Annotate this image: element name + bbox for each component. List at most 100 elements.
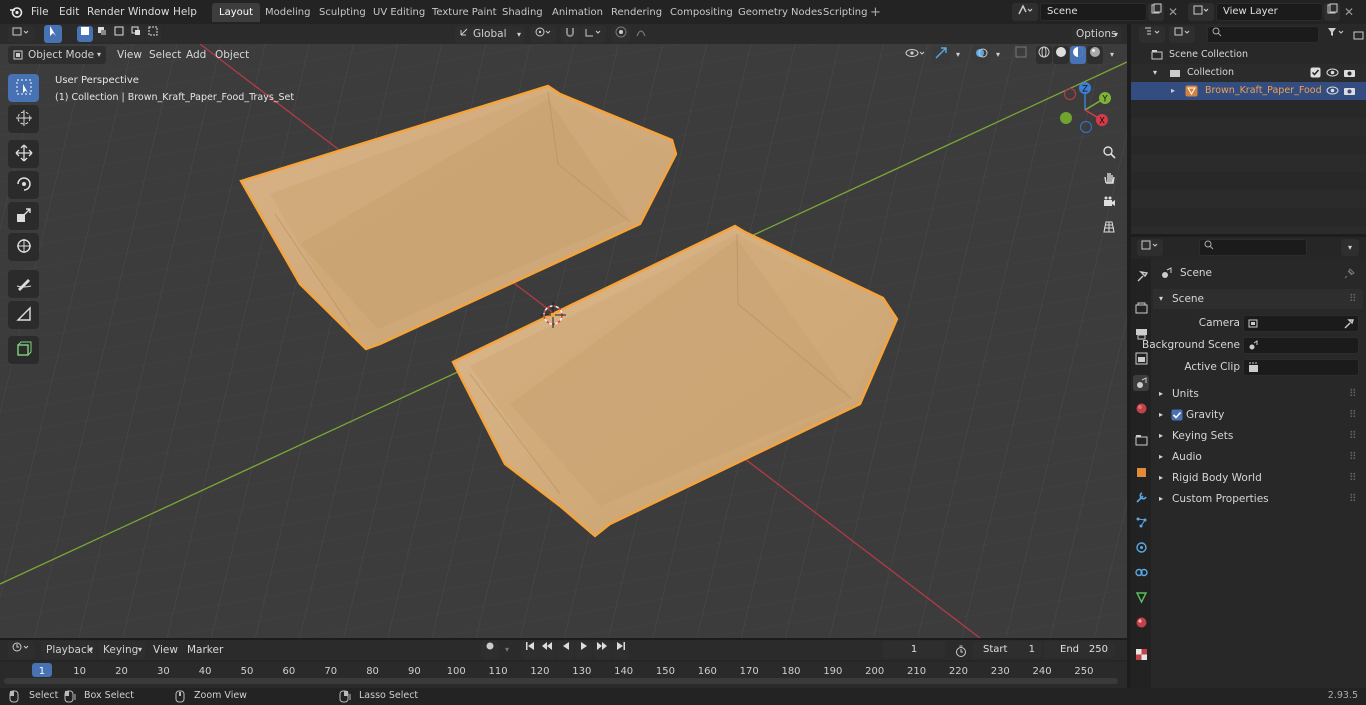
new-scene-icon[interactable] (1148, 3, 1164, 21)
tab-shading[interactable]: Shading (495, 3, 550, 22)
delete-view-layer-icon[interactable]: ✕ (1342, 4, 1356, 20)
play-icon[interactable] (575, 641, 592, 659)
camera-render-icon[interactable] (1343, 85, 1356, 96)
select-mode-extend-icon[interactable] (94, 26, 110, 42)
tool-transform[interactable] (8, 233, 39, 261)
collapse-arrow-icon[interactable]: ▾ (1153, 64, 1157, 82)
drag-handle-icon[interactable]: ⠿ (1349, 426, 1357, 446)
tab-object-icon[interactable] (1133, 464, 1149, 480)
stopwatch-icon[interactable] (953, 643, 969, 659)
tab-animation[interactable]: Animation (545, 3, 610, 22)
gravity-checkbox[interactable] (1171, 409, 1183, 421)
tab-data-icon[interactable] (1133, 589, 1149, 605)
object-mode-dropdown[interactable]: Object Mode ▾ (8, 46, 106, 64)
falloff-icon[interactable] (631, 26, 657, 43)
start-frame-field[interactable]: Start 1 (972, 641, 1042, 659)
outliner-scene-collection-row[interactable]: Scene Collection (1131, 46, 1366, 64)
exclude-checkbox-icon[interactable] (1310, 67, 1321, 78)
scene-name-field[interactable]: Scene (1040, 3, 1147, 21)
tab-sculpting[interactable]: Sculpting (312, 3, 373, 22)
current-frame-field[interactable]: 1 (882, 641, 946, 659)
end-frame-field[interactable]: End 250 (1043, 641, 1115, 659)
drag-handle-icon[interactable]: ⠿ (1349, 447, 1357, 467)
view-layer-selector-icon[interactable] (1188, 3, 1214, 21)
units-panel-header[interactable]: ▸ Units ⠿ (1153, 384, 1363, 404)
tab-particles-icon[interactable] (1133, 514, 1149, 530)
tab-scripting[interactable]: Scripting (816, 3, 874, 22)
playback-menu[interactable]: Playback ▾ (41, 641, 96, 659)
tool-move[interactable] (8, 140, 39, 168)
pin-icon[interactable] (1344, 267, 1356, 279)
new-collection-icon[interactable] (1351, 27, 1365, 42)
visibility-filter-icon[interactable] (902, 46, 928, 64)
drag-handle-icon[interactable]: ⠿ (1349, 289, 1357, 309)
select-mode-intersect-icon[interactable] (145, 26, 161, 42)
tab-texture-paint[interactable]: Texture Paint (425, 3, 504, 22)
eye-icon[interactable] (1326, 85, 1339, 96)
3d-viewport[interactable] (0, 44, 1127, 638)
tab-scene-icon[interactable] (1133, 375, 1149, 391)
tab-modeling[interactable]: Modeling (258, 3, 318, 22)
viewport-menu-object[interactable]: Object (210, 46, 254, 64)
tab-layout[interactable]: Layout (212, 3, 260, 22)
chevron-down-icon[interactable]: ▾ (951, 46, 965, 64)
tool-select-box[interactable] (8, 74, 39, 102)
timeline-scrollbar[interactable] (4, 678, 1118, 684)
menu-window[interactable]: Window (123, 3, 174, 21)
tool-scale[interactable] (8, 202, 39, 230)
tab-geometry-nodes[interactable]: Geometry Nodes (731, 3, 829, 22)
eye-icon[interactable] (1326, 67, 1339, 78)
tab-modifier-icon[interactable] (1133, 489, 1149, 505)
jump-to-start-icon[interactable] (521, 641, 538, 659)
new-view-layer-icon[interactable] (1324, 3, 1340, 21)
record-keyframe-icon[interactable] (481, 641, 499, 659)
chevron-down-icon[interactable]: ▾ (1104, 46, 1120, 64)
properties-editor-type-icon[interactable] (1137, 239, 1163, 256)
timeline-editor-type-icon[interactable] (8, 641, 34, 659)
tool-select-icon[interactable] (44, 25, 62, 43)
gizmo-toggle-icon[interactable] (932, 46, 950, 64)
keying-menu[interactable]: Keying ▾ (98, 641, 145, 659)
chevron-down-icon[interactable]: ▾ (500, 641, 514, 659)
menu-help[interactable]: Help (168, 3, 202, 21)
background-scene-field[interactable] (1243, 337, 1359, 354)
drag-handle-icon[interactable]: ⠿ (1349, 489, 1357, 509)
play-reverse-icon[interactable] (557, 641, 574, 659)
outliner-filter-icon[interactable] (1323, 26, 1349, 43)
active-clip-field[interactable] (1243, 359, 1359, 376)
pivot-point-icon[interactable] (530, 26, 556, 43)
outliner-display-mode-icon[interactable] (1169, 26, 1195, 43)
rigid-body-world-panel-header[interactable]: ▸ Rigid Body World ⠿ (1153, 468, 1363, 488)
tab-texture-icon[interactable] (1133, 646, 1149, 662)
tool-cursor[interactable] (8, 105, 39, 133)
shading-solid-icon[interactable] (1053, 46, 1069, 64)
shading-wireframe-icon[interactable] (1036, 46, 1052, 64)
outliner-collection-row[interactable]: ▾ Collection (1131, 64, 1366, 82)
snap-element-icon[interactable] (580, 26, 606, 43)
snap-toggle-icon[interactable] (561, 26, 579, 43)
transform-orientation-dropdown[interactable]: Global ▾ (455, 26, 525, 43)
tab-constraints-icon[interactable] (1133, 564, 1149, 580)
tool-annotate[interactable] (8, 270, 39, 298)
outliner-search-input[interactable] (1207, 26, 1319, 43)
chevron-down-icon[interactable]: ▾ (991, 46, 1005, 64)
select-mode-subtract-icon[interactable] (111, 26, 127, 42)
audio-panel-header[interactable]: ▸ Audio ⠿ (1153, 447, 1363, 467)
tool-add-cube[interactable] (8, 336, 39, 364)
tab-material-icon[interactable] (1133, 614, 1149, 630)
tab-world-icon[interactable] (1133, 400, 1149, 416)
shading-material-icon[interactable] (1070, 46, 1086, 64)
tool-rotate[interactable] (8, 171, 39, 199)
view-layer-field[interactable]: View Layer (1216, 3, 1323, 21)
chevron-down-icon[interactable]: ▾ (1341, 239, 1359, 256)
timeline-menu-view[interactable]: View (148, 641, 183, 659)
jump-to-keyframe-back-icon[interactable] (538, 641, 556, 659)
tab-render-icon[interactable] (1133, 300, 1149, 316)
gravity-panel-header[interactable]: ▸ Gravity ⠿ (1153, 405, 1363, 425)
tool-measure[interactable] (8, 301, 39, 329)
scene-panel-header[interactable]: ▾ Scene ⠿ (1153, 289, 1363, 309)
drag-handle-icon[interactable]: ⠿ (1349, 405, 1357, 425)
blender-logo-icon[interactable] (8, 4, 24, 20)
overlay-toggle-icon[interactable] (972, 46, 990, 64)
keying-sets-panel-header[interactable]: ▸ Keying Sets ⠿ (1153, 426, 1363, 446)
